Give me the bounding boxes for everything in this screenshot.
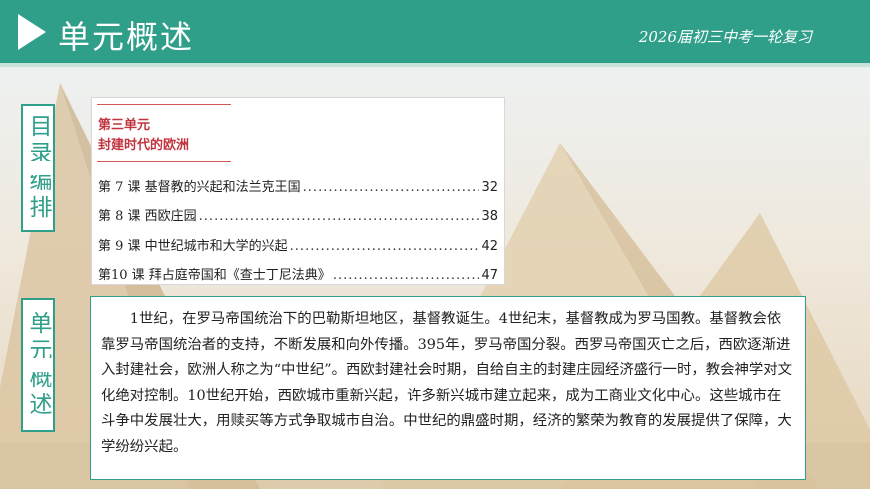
side-label-summary: 单元概述 [21, 298, 55, 432]
toc-row: 第 7 课 基督教的兴起和法兰克王国 32 [98, 176, 498, 195]
toc-unit-number: 第三单元 [98, 118, 151, 133]
toc-rule-top [97, 104, 231, 105]
toc-lesson-title: 第 9 课 中世纪城市和大学的兴起 [98, 239, 288, 254]
toc-unit-title: 封建时代的欧洲 [98, 138, 190, 153]
toc-page-number: 47 [481, 268, 498, 283]
toc-lesson-title: 第10 课 拜占庭帝国和《查士丁尼法典》 [98, 268, 331, 283]
toc-row: 第10 课 拜占庭帝国和《查士丁尼法典》 47 [98, 264, 498, 283]
toc-leader-dots [290, 239, 480, 254]
toc-leader-dots [333, 268, 480, 283]
toc-page-number: 38 [481, 209, 498, 224]
play-triangle-icon [18, 14, 46, 50]
page-subtitle: 2026届初三中考一轮复习 [638, 28, 812, 46]
toc-lesson-title: 第 8 课 西欧庄园 [98, 209, 197, 224]
toc-page-number: 32 [481, 180, 498, 195]
toc-unit-heading: 第三单元 封建时代的欧洲 [98, 116, 189, 156]
toc-row: 第 8 课 西欧庄园 38 [98, 205, 498, 224]
side-label-toc-text: 目录编排 [25, 114, 51, 222]
header-divider [0, 63, 870, 67]
toc-leader-dots [303, 180, 480, 195]
toc-panel: 第三单元 封建时代的欧洲 第 7 课 基督教的兴起和法兰克王国 32 第 8 课… [91, 97, 505, 285]
toc-leader-dots [199, 209, 480, 224]
page-title: 单元概述 [58, 18, 195, 56]
toc-row: 第 9 课 中世纪城市和大学的兴起 42 [98, 235, 498, 254]
toc-page-number: 42 [481, 239, 498, 254]
summary-panel: 1世纪，在罗马帝国统治下的巴勒斯坦地区，基督教诞生。4世纪末，基督教成为罗马国教… [90, 296, 806, 480]
side-label-summary-text: 单元概述 [25, 311, 51, 419]
toc-lesson-title: 第 7 课 基督教的兴起和法兰克王国 [98, 180, 301, 195]
summary-paragraph: 1世纪，在罗马帝国统治下的巴勒斯坦地区，基督教诞生。4世纪末，基督教成为罗马国教… [101, 311, 793, 455]
header-bar: 单元概述 2026届初三中考一轮复习 [0, 0, 870, 63]
toc-rule-bottom [97, 161, 231, 162]
side-label-toc: 目录编排 [21, 104, 55, 232]
